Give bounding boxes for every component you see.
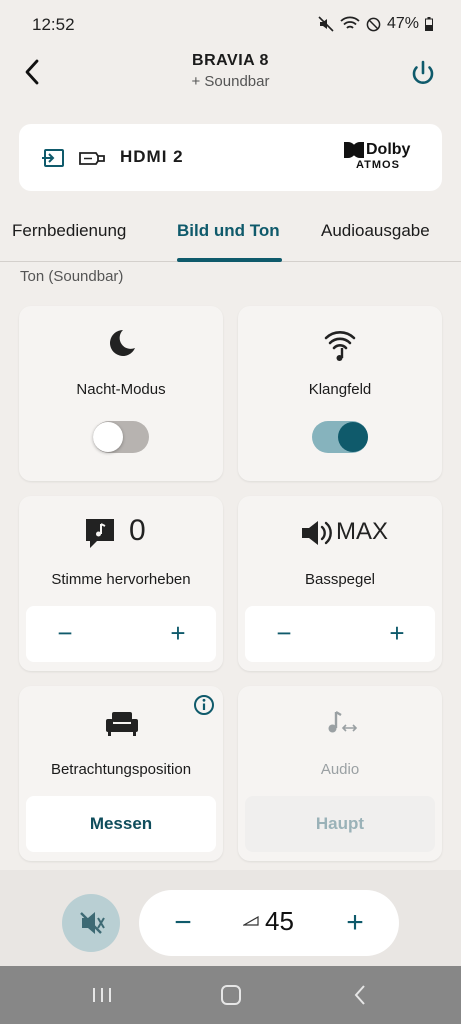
- info-icon[interactable]: [193, 694, 215, 716]
- voice-enhance-label: Stimme hervorheben: [51, 571, 191, 588]
- input-source-label: HDMI 2: [120, 147, 184, 166]
- mute-status-icon: [318, 16, 334, 32]
- wifi-status-icon: [340, 16, 360, 29]
- night-mode-toggle[interactable]: [93, 421, 149, 453]
- recent-apps-icon: [93, 988, 111, 1002]
- audio-card: Audio Haupt: [238, 686, 442, 861]
- battery-icon: [425, 17, 433, 31]
- viewing-position-label: Betrachtungsposition: [50, 761, 192, 778]
- voice-minus-button[interactable]: −: [50, 618, 80, 648]
- dolby-brand-text: Dolby: [366, 141, 411, 158]
- power-button[interactable]: [407, 57, 439, 89]
- power-icon: [412, 60, 434, 84]
- night-mode-label: Nacht-Modus: [76, 381, 166, 398]
- input-switch-icon: [41, 148, 65, 173]
- tab-bild-und-ton[interactable]: Bild und Ton: [177, 221, 280, 241]
- soundfield-icon: [324, 331, 356, 361]
- bass-level-value: MAX: [336, 518, 389, 545]
- soundfield-card: Klangfeld: [238, 306, 442, 481]
- home-button[interactable]: [211, 980, 251, 1010]
- volume-down-button[interactable]: −: [168, 906, 198, 940]
- voice-enhance-card: 0 Stimme hervorheben − +: [19, 496, 223, 671]
- bass-plus-button[interactable]: +: [382, 618, 412, 648]
- volume-value: 45: [265, 906, 294, 936]
- page-subtitle: + Soundbar: [191, 73, 270, 90]
- system-back-button[interactable]: [340, 980, 380, 1010]
- bass-level-stepper: − +: [245, 606, 435, 662]
- dolby-sub-text: ATMOS: [356, 159, 400, 171]
- toggle-knob: [338, 422, 368, 452]
- soundfield-label: Klangfeld: [308, 381, 372, 398]
- soundfield-toggle[interactable]: [312, 421, 368, 453]
- voice-plus-button[interactable]: +: [163, 618, 193, 648]
- measure-button[interactable]: Messen: [26, 796, 216, 852]
- note-swap-icon: [328, 710, 358, 733]
- audio-main-button[interactable]: Haupt: [245, 796, 435, 852]
- status-time: 12:52: [32, 15, 75, 34]
- dolby-atmos-logo: Dolby ATMOS: [344, 141, 416, 174]
- bass-level-card: MAX Basspegel − +: [238, 496, 442, 671]
- system-nav-bar: [0, 966, 461, 1024]
- audio-label: Audio: [320, 761, 360, 778]
- recent-apps-button[interactable]: [82, 980, 122, 1010]
- bass-level-label: Basspegel: [304, 571, 376, 588]
- moon-note-icon: [110, 330, 135, 356]
- viewing-position-card: Betrachtungsposition Messen: [19, 686, 223, 861]
- toggle-knob: [93, 422, 123, 452]
- dolby-logo-icon: [344, 142, 364, 158]
- volume-up-button[interactable]: +: [340, 906, 370, 940]
- voice-speech-icon: [86, 519, 114, 548]
- night-mode-card: Nacht-Modus: [19, 306, 223, 481]
- active-tab-indicator: [177, 258, 282, 262]
- tab-bar: Fernbedienung Bild und Ton Audioausgabe: [0, 212, 461, 262]
- bass-minus-button[interactable]: −: [269, 618, 299, 648]
- mute-icon: [80, 912, 105, 934]
- sofa-icon: [106, 712, 138, 736]
- page-title: BRAVIA 8: [192, 52, 269, 69]
- hdmi-icon: [78, 149, 106, 172]
- back-arrow-icon: [354, 985, 365, 1005]
- section-label: Ton (Soundbar): [20, 268, 124, 285]
- home-icon: [221, 985, 241, 1005]
- dnd-status-icon: [366, 17, 381, 31]
- volume-level-icon: [243, 916, 259, 926]
- status-icons: 47%: [318, 15, 433, 33]
- voice-enhance-value: 0: [129, 514, 146, 547]
- voice-enhance-stepper: − +: [26, 606, 216, 662]
- battery-percent: 47%: [386, 15, 419, 32]
- mute-button[interactable]: [62, 894, 120, 952]
- tab-fernbedienung[interactable]: Fernbedienung: [12, 221, 126, 241]
- tab-audioausgabe[interactable]: Audioausgabe: [321, 221, 430, 241]
- speaker-icon: [302, 521, 332, 545]
